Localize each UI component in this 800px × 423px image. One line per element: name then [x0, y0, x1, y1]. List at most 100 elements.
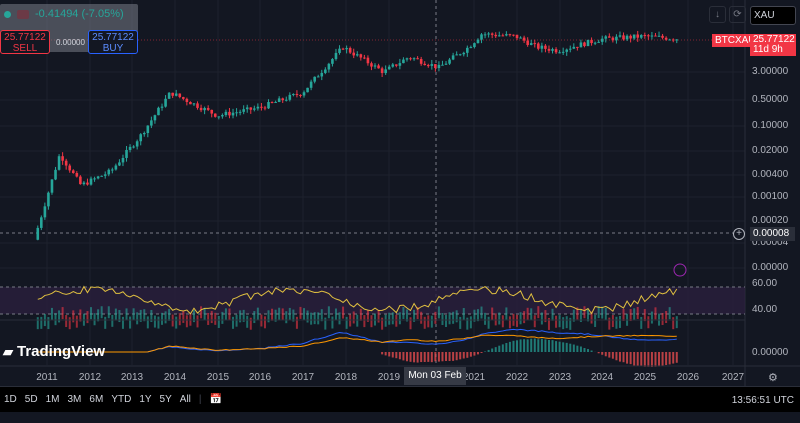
price-axis-label: 0.00000: [752, 262, 789, 273]
macd-histogram-bar: [537, 339, 540, 352]
symbol-input[interactable]: XAU: [750, 6, 796, 25]
candle: [512, 34, 515, 36]
range-button[interactable]: 1D: [4, 394, 17, 405]
volume-bar: [452, 311, 455, 324]
candle: [36, 227, 40, 240]
macd-histogram-bar: [448, 352, 451, 362]
candle: [597, 41, 600, 43]
macd-histogram-bar: [604, 352, 607, 357]
candle: [203, 108, 206, 111]
price-chart[interactable]: [0, 0, 800, 386]
macd-histogram-bar: [434, 352, 437, 362]
candle: [661, 35, 664, 38]
year-label: 2022: [505, 372, 529, 383]
volume-bar: [47, 317, 50, 330]
add-alert-icon[interactable]: +: [733, 228, 745, 240]
download-icon[interactable]: ↓: [709, 6, 726, 23]
candle: [160, 106, 164, 108]
candle: [75, 173, 79, 177]
volume-bar: [356, 314, 359, 327]
volume-bar: [299, 306, 302, 319]
candle: [121, 157, 125, 163]
macd-histogram-bar: [420, 352, 423, 363]
goto-date-icon[interactable]: 📅: [210, 394, 222, 405]
macd-histogram-bar: [547, 339, 550, 352]
candle: [384, 69, 387, 74]
candle: [167, 92, 171, 99]
range-button[interactable]: YTD: [111, 394, 131, 405]
volume-bar: [448, 312, 451, 325]
candle: [210, 109, 214, 114]
volume-bar: [196, 315, 199, 328]
candle: [387, 66, 391, 70]
buy-button[interactable]: 25.77122 BUY: [88, 30, 138, 54]
candle: [405, 58, 409, 60]
range-button[interactable]: 5Y: [160, 394, 172, 405]
candle: [277, 98, 281, 102]
macd-histogram-bar: [576, 345, 579, 352]
candle: [352, 52, 356, 56]
tradingview-logo[interactable]: ▰ TradingView: [3, 343, 105, 360]
candle: [526, 40, 529, 45]
volume-bar: [565, 316, 568, 329]
macd-histogram-bar: [459, 352, 462, 360]
candle: [242, 109, 245, 112]
candle: [281, 98, 285, 101]
macd-histogram-bar: [587, 349, 590, 352]
candle: [632, 34, 636, 39]
macd-histogram-bar: [668, 352, 671, 365]
range-button[interactable]: 1M: [46, 394, 60, 405]
range-button[interactable]: 1Y: [139, 394, 151, 405]
range-button[interactable]: 6M: [89, 394, 103, 405]
candle: [458, 54, 462, 56]
candle: [618, 35, 622, 37]
volume-bar: [359, 308, 362, 321]
candle: [128, 146, 132, 150]
candle: [178, 93, 182, 98]
range-button[interactable]: All: [180, 394, 191, 405]
sell-button[interactable]: 25.77122 SELL: [0, 30, 50, 54]
candle: [235, 112, 238, 114]
year-label: 2024: [590, 372, 614, 383]
clock[interactable]: 13:56:51 UTC: [732, 395, 794, 406]
menu-icon[interactable]: [17, 9, 29, 19]
candle: [657, 35, 661, 37]
price-axis-label: 0.00400: [752, 169, 789, 180]
volume-bar: [476, 309, 479, 322]
macd-histogram-bar: [445, 352, 448, 361]
candle: [231, 112, 235, 116]
candle: [57, 156, 61, 170]
refresh-icon[interactable]: ⟳: [729, 6, 746, 23]
macd-histogram-bar: [427, 352, 430, 362]
volume-bar: [338, 312, 341, 325]
volume-bar: [352, 311, 355, 324]
candle: [139, 134, 143, 142]
status-dot-icon: [4, 10, 11, 18]
candle: [306, 87, 309, 93]
price-axis-label: 0.00020: [752, 215, 789, 226]
range-button[interactable]: 3M: [68, 394, 82, 405]
macd-histogram-bar: [540, 338, 543, 352]
volume-bar: [303, 308, 306, 321]
settings-icon[interactable]: ⚙: [768, 371, 778, 384]
candle: [625, 35, 629, 40]
candle: [671, 39, 675, 41]
candle: [135, 141, 139, 147]
candle: [636, 34, 640, 38]
volume-bar: [615, 316, 618, 329]
year-label: 2011: [36, 372, 58, 383]
candle: [664, 37, 668, 40]
macd-histogram-bar: [416, 352, 419, 363]
macd-histogram-bar: [452, 352, 455, 361]
candle: [313, 76, 316, 82]
candle: [505, 34, 508, 36]
range-button[interactable]: 5D: [25, 394, 38, 405]
macd-histogram-bar: [508, 341, 511, 352]
volume-bar: [604, 307, 607, 320]
candle: [118, 162, 121, 166]
macd-histogram-bar: [672, 352, 675, 364]
macd-histogram-bar: [398, 352, 401, 360]
volume-bar: [75, 315, 78, 328]
candle: [437, 64, 441, 69]
macd-histogram-bar: [388, 352, 391, 357]
